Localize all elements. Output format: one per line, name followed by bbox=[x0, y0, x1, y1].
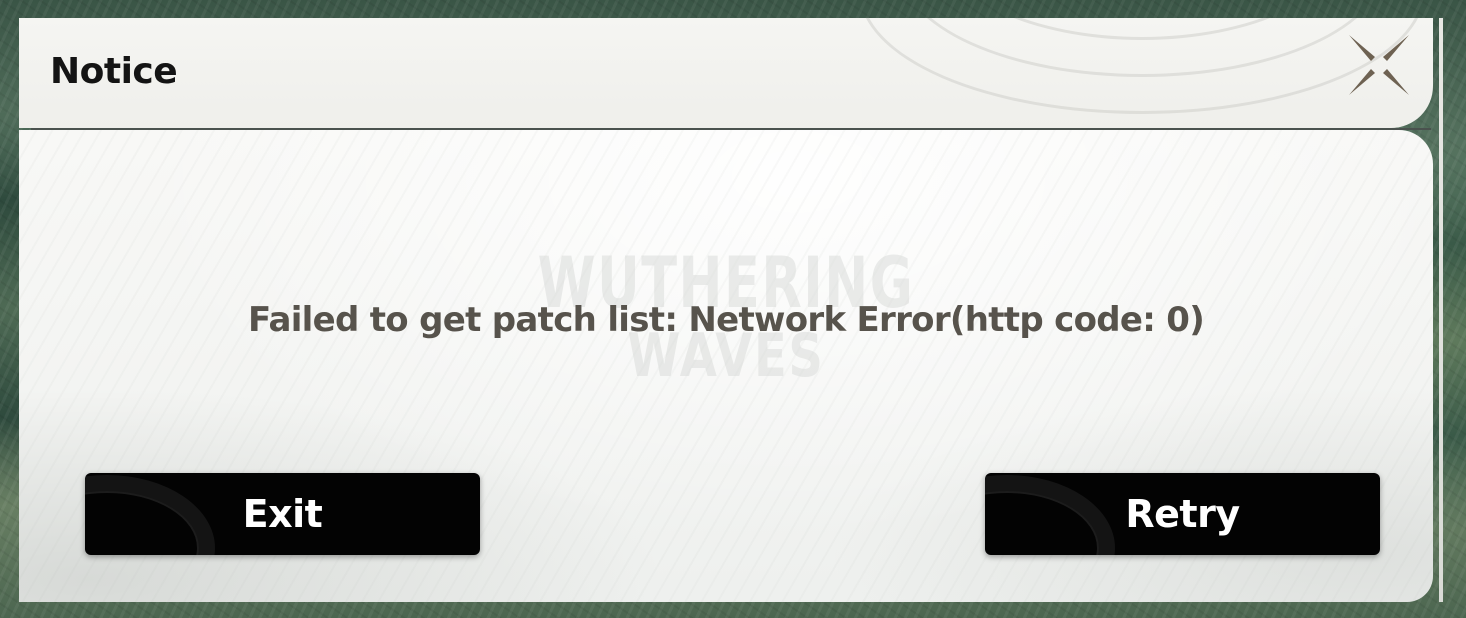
dialog-header: Notice bbox=[19, 18, 1433, 128]
retry-button[interactable]: Retry bbox=[985, 473, 1380, 555]
dialog-title: Notice bbox=[50, 51, 178, 92]
notice-dialog: Notice WUTHERING WAVES Failed to get pat… bbox=[19, 18, 1443, 602]
close-button[interactable] bbox=[1347, 33, 1411, 97]
exit-button-label: Exit bbox=[242, 492, 323, 536]
close-icon bbox=[1349, 35, 1409, 95]
dialog-edge bbox=[1439, 18, 1443, 602]
error-message: Failed to get patch list: Network Error(… bbox=[247, 300, 1205, 340]
exit-button[interactable]: Exit bbox=[85, 473, 480, 555]
retry-button-label: Retry bbox=[1125, 492, 1240, 536]
header-decoration bbox=[859, 18, 1425, 114]
dialog-body: WUTHERING WAVES Failed to get patch list… bbox=[19, 130, 1433, 602]
game-background: Notice WUTHERING WAVES Failed to get pat… bbox=[0, 0, 1466, 618]
